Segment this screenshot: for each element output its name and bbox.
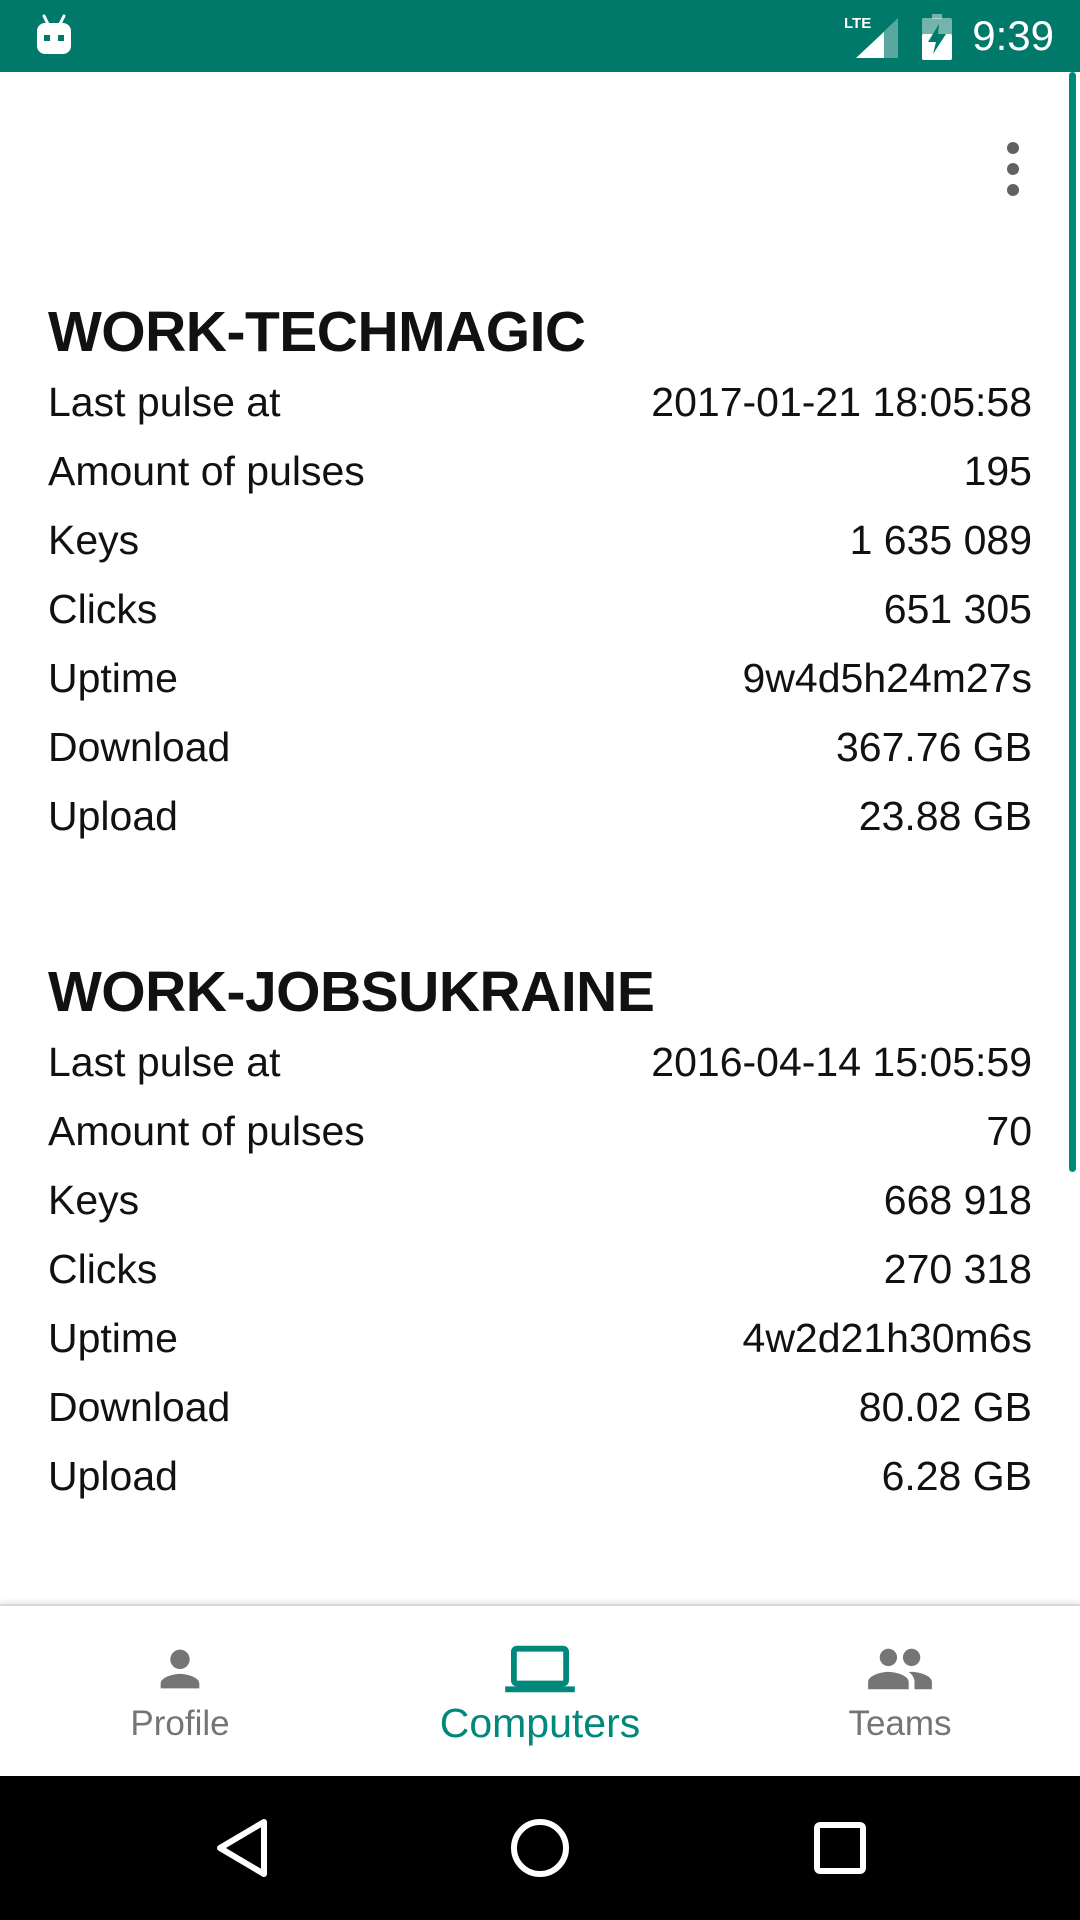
- computer-name: WORK-TECHMAGIC: [48, 300, 586, 364]
- stat-value: 195: [963, 448, 1032, 494]
- stat-value: 9w4d5h24m27s: [742, 655, 1032, 701]
- svg-text:LTE: LTE: [844, 15, 871, 32]
- stat-row: Download 367.76 GB: [48, 713, 1032, 782]
- bottom-navigation: Profile Computers Teams: [0, 1604, 1080, 1778]
- stat-row: Uptime 4w2d21h30m6s: [48, 1304, 1032, 1373]
- status-clock: 9:39: [972, 12, 1054, 59]
- stat-row: Last pulse at 2016-04-14 15:05:59: [48, 1028, 1032, 1097]
- lte-signal-icon: LTE: [844, 15, 898, 58]
- nav-tab-profile[interactable]: Profile: [0, 1606, 360, 1778]
- stat-row: Uptime 9w4d5h24m27s: [48, 644, 1032, 713]
- android-robot-icon: [37, 14, 71, 54]
- stat-value: 651 305: [883, 586, 1032, 632]
- stat-value: 70: [986, 1108, 1032, 1154]
- stat-label: Keys: [48, 1177, 140, 1223]
- stat-value: 367.76 GB: [835, 724, 1032, 770]
- stat-row: Keys 1 635 089: [48, 506, 1032, 575]
- stat-label: Upload: [48, 793, 178, 839]
- person-icon: [160, 1649, 200, 1689]
- stat-row: Amount of pulses 195: [48, 437, 1032, 506]
- nav-label: Computers: [439, 1700, 641, 1746]
- home-icon[interactable]: [508, 1816, 572, 1880]
- computer-name: WORK-JOBSUKRAINE: [48, 960, 655, 1024]
- status-bar: LTE 9:39: [0, 0, 1080, 72]
- stat-row: Clicks 270 318: [48, 1235, 1032, 1304]
- stat-label: Keys: [48, 517, 140, 563]
- stat-value: 23.88 GB: [858, 793, 1032, 839]
- stat-label: Uptime: [48, 655, 178, 701]
- stat-label: Clicks: [48, 1246, 158, 1292]
- stats-list: Last pulse at 2016-04-14 15:05:59 Amount…: [48, 1028, 1032, 1511]
- nav-label: Profile: [130, 1704, 230, 1743]
- stat-row: Last pulse at 2017-01-21 18:05:58: [48, 368, 1032, 437]
- stat-value: 270 318: [883, 1246, 1032, 1292]
- stat-value: 80.02 GB: [858, 1384, 1032, 1430]
- stat-row: Upload 6.28 GB: [48, 1442, 1032, 1511]
- stat-row: Keys 668 918: [48, 1166, 1032, 1235]
- group-icon: [868, 1648, 932, 1690]
- menu-dot: [1007, 142, 1019, 154]
- recent-apps-icon[interactable]: [812, 1816, 868, 1880]
- stats-list: Last pulse at 2017-01-21 18:05:58 Amount…: [48, 368, 1032, 851]
- stat-value: 2016-04-14 15:05:59: [651, 1039, 1032, 1085]
- stat-label: Last pulse at: [48, 1039, 281, 1085]
- stat-row: Upload 23.88 GB: [48, 782, 1032, 851]
- nav-tab-computers[interactable]: Computers: [360, 1606, 720, 1778]
- computer-card: WORK-JOBSUKRAINE Last pulse at 2016-04-1…: [48, 956, 1032, 1511]
- stat-row: Amount of pulses 70: [48, 1097, 1032, 1166]
- stat-row: Clicks 651 305: [48, 575, 1032, 644]
- stat-value: 2017-01-21 18:05:58: [651, 379, 1032, 425]
- menu-dot: [1007, 163, 1019, 175]
- stat-value: 1 635 089: [849, 517, 1032, 563]
- stat-label: Download: [48, 1384, 231, 1430]
- stat-label: Amount of pulses: [48, 448, 365, 494]
- laptop-icon: [505, 1645, 575, 1693]
- battery-charging-icon: [922, 14, 952, 60]
- computers-screen: WORK-TECHMAGIC Last pulse at 2017-01-21 …: [0, 72, 1080, 1604]
- stat-label: Download: [48, 724, 231, 770]
- stat-value: 668 918: [883, 1177, 1032, 1223]
- nav-label: Teams: [848, 1704, 952, 1743]
- stat-label: Uptime: [48, 1315, 178, 1361]
- stat-label: Upload: [48, 1453, 178, 1499]
- stat-row: Download 80.02 GB: [48, 1373, 1032, 1442]
- stat-value: 6.28 GB: [881, 1453, 1032, 1499]
- stat-value: 4w2d21h30m6s: [742, 1315, 1032, 1361]
- stat-label: Last pulse at: [48, 379, 281, 425]
- system-navigation-bar: [0, 1776, 1080, 1920]
- scrollbar[interactable]: [1069, 72, 1076, 1172]
- more-vert-icon[interactable]: [988, 126, 1038, 212]
- stat-label: Clicks: [48, 586, 158, 632]
- stat-label: Amount of pulses: [48, 1108, 365, 1154]
- back-icon[interactable]: [212, 1816, 272, 1880]
- nav-tab-teams[interactable]: Teams: [720, 1606, 1080, 1778]
- computer-card: WORK-TECHMAGIC Last pulse at 2017-01-21 …: [48, 296, 1032, 851]
- menu-dot: [1007, 184, 1019, 196]
